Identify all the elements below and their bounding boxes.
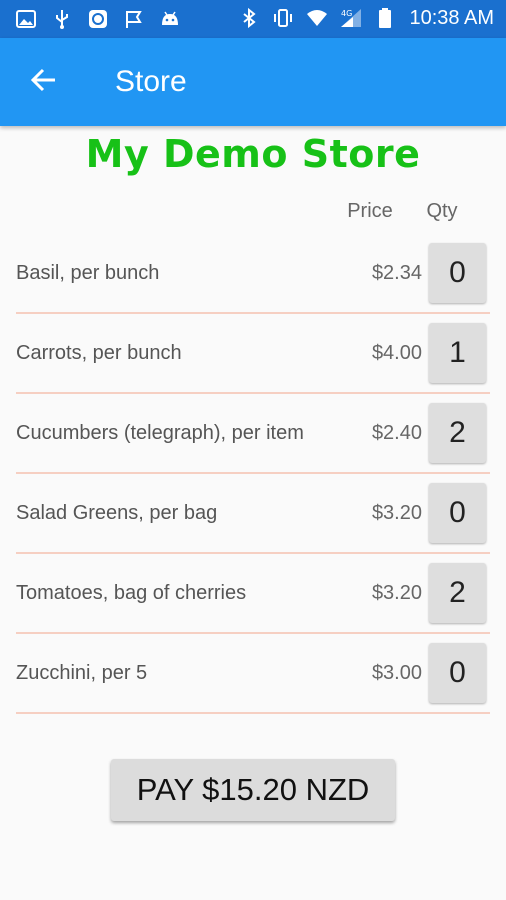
system-icons: 4G 10:38 AM xyxy=(237,6,494,30)
wifi-icon xyxy=(305,6,329,30)
quantity-button[interactable]: 0 xyxy=(429,643,486,703)
vibrate-icon xyxy=(271,6,295,30)
product-name: Salad Greens, per bag xyxy=(16,501,218,524)
quantity-button[interactable]: 0 xyxy=(429,483,486,543)
app-bar-title: Store xyxy=(115,65,187,98)
status-bar: 4G 10:38 AM xyxy=(0,0,506,38)
pay-button[interactable]: PAY $15.20 NZD xyxy=(111,759,395,821)
notification-icons xyxy=(14,7,182,31)
product-price: $3.00 xyxy=(371,661,422,684)
quantity-button[interactable]: 1 xyxy=(429,323,486,383)
product-price: $3.20 xyxy=(371,501,422,524)
product-name: Carrots, per bunch xyxy=(16,341,182,364)
signal-icon: 4G xyxy=(339,6,363,30)
app-bar: Store xyxy=(0,38,506,126)
product-price: $2.40 xyxy=(371,421,422,444)
product-row: Tomatoes, bag of cherries $3.20 2 xyxy=(16,554,490,634)
battery-icon xyxy=(373,6,397,30)
svg-text:4G: 4G xyxy=(341,9,352,18)
back-button[interactable] xyxy=(22,60,66,104)
product-price: $2.34 xyxy=(371,261,422,284)
product-row: Basil, per bunch $2.34 0 xyxy=(16,234,490,314)
product-name: Zucchini, per 5 xyxy=(16,661,148,684)
quantity-button[interactable]: 2 xyxy=(429,563,486,623)
bluetooth-icon xyxy=(237,6,261,30)
check-flag-icon xyxy=(122,7,146,31)
android-icon xyxy=(158,7,182,31)
product-list: Basil, per bunch $2.34 0 Carrots, per bu… xyxy=(16,234,490,714)
product-name: Cucumbers (telegraph), per item xyxy=(16,421,304,444)
product-row: Salad Greens, per bag $3.20 0 xyxy=(16,474,490,554)
store-title: My Demo Store xyxy=(85,132,421,176)
sync-icon xyxy=(86,7,110,31)
product-row: Zucchini, per 5 $3.00 0 xyxy=(16,634,490,714)
product-name: Basil, per bunch xyxy=(16,261,160,284)
arrow-left-icon xyxy=(30,66,58,99)
usb-icon xyxy=(50,7,74,31)
quantity-button[interactable]: 2 xyxy=(429,403,486,463)
quantity-button[interactable]: 0 xyxy=(429,243,486,303)
qty-header: Qty xyxy=(426,200,458,222)
image-icon xyxy=(14,7,38,31)
product-row: Cucumbers (telegraph), per item $2.40 2 xyxy=(16,394,490,474)
product-name: Tomatoes, bag of cherries xyxy=(16,581,247,604)
price-header: Price xyxy=(347,200,393,222)
product-row: Carrots, per bunch $4.00 1 xyxy=(16,314,490,394)
product-price: $4.00 xyxy=(371,341,422,364)
product-price: $3.20 xyxy=(371,581,422,604)
clock: 10:38 AM xyxy=(409,6,494,29)
